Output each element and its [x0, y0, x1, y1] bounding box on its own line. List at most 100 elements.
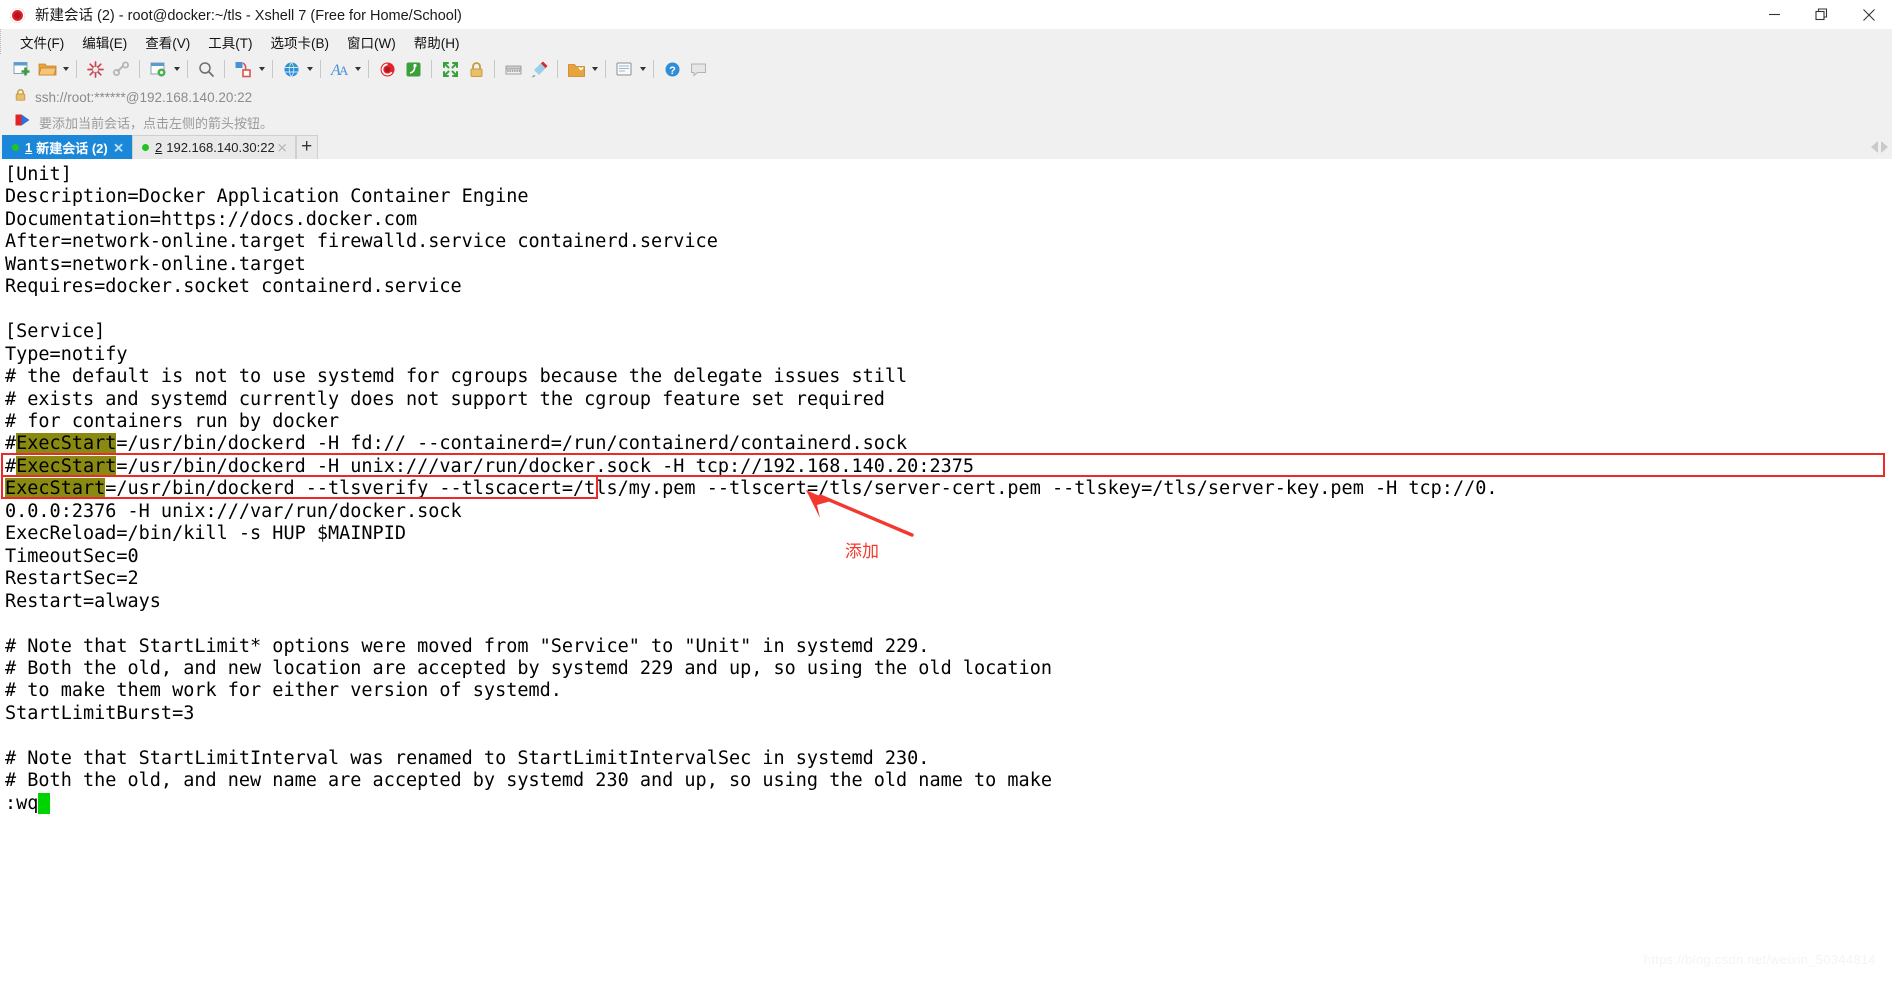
- lock-icon[interactable]: [463, 56, 489, 82]
- address-value: ssh://root:******@192.168.140.20:22: [35, 89, 253, 105]
- tab-label: 新建会话 (2): [36, 141, 108, 156]
- tab-session-1[interactable]: 1 新建会话 (2) ✕: [2, 135, 132, 159]
- menu-tabs[interactable]: 选项卡(B): [262, 29, 339, 55]
- session-hint-bar: 要添加当前会话，点击左侧的箭头按钮。: [0, 110, 1892, 135]
- terminal-highlight-keyword: ExecStart: [16, 433, 117, 455]
- find-icon[interactable]: [193, 56, 219, 82]
- close-button[interactable]: [1845, 0, 1892, 29]
- globe-icon[interactable]: [278, 56, 304, 82]
- terminal-text: # exists and systemd currently does not …: [5, 388, 885, 410]
- tab-number: 2: [155, 140, 163, 155]
- terminal-text: # Both the old, and new name are accepte…: [5, 770, 1052, 792]
- open-folder-dropdown[interactable]: [60, 56, 71, 82]
- terminal-line: ExecReload=/bin/kill -s HUP $MAINPID: [5, 523, 1892, 545]
- session-properties-icon[interactable]: [145, 56, 171, 82]
- svg-text:A: A: [339, 63, 349, 78]
- terminal-text: TimeoutSec=0: [5, 545, 139, 567]
- terminal-text: Type=notify: [5, 343, 128, 365]
- toolbar-separator: [653, 60, 654, 78]
- chat-icon[interactable]: [685, 56, 711, 82]
- new-tab-button[interactable]: +: [295, 135, 318, 159]
- terminal-text: # Note that StartLimit* options were mov…: [5, 635, 930, 657]
- tab-session-2[interactable]: 2 192.168.140.30:22 ✕: [132, 135, 296, 159]
- compose-icon[interactable]: [611, 56, 637, 82]
- terminal-text: # for containers run by docker: [5, 410, 340, 432]
- terminal-text: Restart=always: [5, 590, 161, 612]
- terminal-text: Requires=docker.socket containerd.servic…: [5, 276, 462, 298]
- globe-dropdown[interactable]: [304, 56, 315, 82]
- terminal-text: # the default is not to use systemd for …: [5, 366, 908, 388]
- compose-dropdown[interactable]: [637, 56, 648, 82]
- layout-dropdown[interactable]: [589, 56, 600, 82]
- file-transfer-dropdown[interactable]: [256, 56, 267, 82]
- terminal-text: =/usr/bin/dockerd -H fd:// --containerd=…: [116, 433, 908, 455]
- bookmark-flag-icon[interactable]: [14, 113, 31, 132]
- menu-help[interactable]: 帮助(H): [405, 29, 469, 55]
- toolbar-separator: [76, 60, 77, 78]
- terminal-text: # Both the old, and new location are acc…: [5, 657, 1052, 679]
- address-bar[interactable]: ssh://root:******@192.168.140.20:22: [0, 84, 1892, 110]
- title-bar: 新建会话 (2) - root@docker:~/tls - Xshell 7 …: [0, 0, 1892, 29]
- toolbar-separator: [224, 60, 225, 78]
- tab-status-dot: [12, 144, 19, 151]
- menu-view[interactable]: 查看(V): [136, 29, 199, 55]
- xshell-logo-icon: [7, 4, 29, 26]
- xshell-window: 新建会话 (2) - root@docker:~/tls - Xshell 7 …: [0, 0, 1892, 983]
- terminal-line: Wants=network-online.target: [5, 254, 1892, 276]
- terminal-line: After=network-online.target firewalld.se…: [5, 231, 1892, 253]
- menu-edit[interactable]: 编辑(E): [73, 29, 136, 55]
- toolbar-separator: [187, 60, 188, 78]
- new-session-icon[interactable]: [8, 56, 34, 82]
- xftp-icon[interactable]: [400, 56, 426, 82]
- terminal-text: 0.0.0:2376 -H unix:///var/run/docker.soc…: [5, 500, 462, 522]
- xshell-icon[interactable]: [374, 56, 400, 82]
- toolbar-separator: [320, 60, 321, 78]
- menu-window[interactable]: 窗口(W): [338, 29, 405, 55]
- reconnect-icon[interactable]: [108, 56, 134, 82]
- restore-button[interactable]: [1798, 0, 1845, 29]
- menu-file[interactable]: 文件(F): [11, 29, 73, 55]
- terminal-line: 0.0.0:2376 -H unix:///var/run/docker.soc…: [5, 501, 1892, 523]
- terminal-line: Restart=always: [5, 591, 1892, 613]
- terminal-line: [Unit]: [5, 164, 1892, 186]
- terminal-text: Description=Docker Application Container…: [5, 186, 529, 208]
- highlight-icon[interactable]: [526, 56, 552, 82]
- terminal-text: Wants=network-online.target: [5, 253, 306, 275]
- toolbar-separator: [494, 60, 495, 78]
- terminal-line: # Both the old, and new location are acc…: [5, 658, 1892, 680]
- toolbar-separator: [368, 60, 369, 78]
- terminal-line: RestartSec=2: [5, 568, 1892, 590]
- terminal-text: RestartSec=2: [5, 568, 139, 590]
- font-icon[interactable]: A A: [326, 56, 352, 82]
- fullscreen-icon[interactable]: [437, 56, 463, 82]
- disconnect-icon[interactable]: [82, 56, 108, 82]
- minimize-button[interactable]: [1751, 0, 1798, 29]
- tab-scroll-controls: [1871, 135, 1888, 159]
- toolbar: A A ?: [0, 54, 1892, 84]
- terminal-line: Description=Docker Application Container…: [5, 186, 1892, 208]
- terminal-line: [5, 725, 1892, 747]
- chevron-left-icon[interactable]: [1871, 141, 1878, 153]
- tab-close-icon[interactable]: ✕: [113, 141, 124, 154]
- session-properties-dropdown[interactable]: [171, 56, 182, 82]
- terminal-output[interactable]: [Unit] Description=Docker Application Con…: [0, 159, 1892, 983]
- help-icon[interactable]: ?: [659, 56, 685, 82]
- terminal-line: Requires=docker.socket containerd.servic…: [5, 276, 1892, 298]
- open-folder-icon[interactable]: [34, 56, 60, 82]
- session-hint-text: 要添加当前会话，点击左侧的箭头按钮。: [39, 116, 274, 131]
- terminal-line: # Both the old, and new name are accepte…: [5, 770, 1892, 792]
- file-transfer-icon[interactable]: [230, 56, 256, 82]
- tab-status-dot: [142, 144, 149, 151]
- chevron-right-icon[interactable]: [1881, 141, 1888, 153]
- keyboard-icon[interactable]: [500, 56, 526, 82]
- terminal-text: # Note that StartLimitInterval was renam…: [5, 747, 930, 769]
- annotation-callout-text: 添加: [845, 542, 879, 562]
- tab-close-icon[interactable]: ✕: [277, 141, 288, 154]
- font-dropdown[interactable]: [352, 56, 363, 82]
- lock-icon: [14, 88, 27, 107]
- layout-icon[interactable]: [563, 56, 589, 82]
- terminal-text: # to make them work for either version o…: [5, 680, 562, 702]
- menu-tools[interactable]: 工具(T): [199, 29, 261, 55]
